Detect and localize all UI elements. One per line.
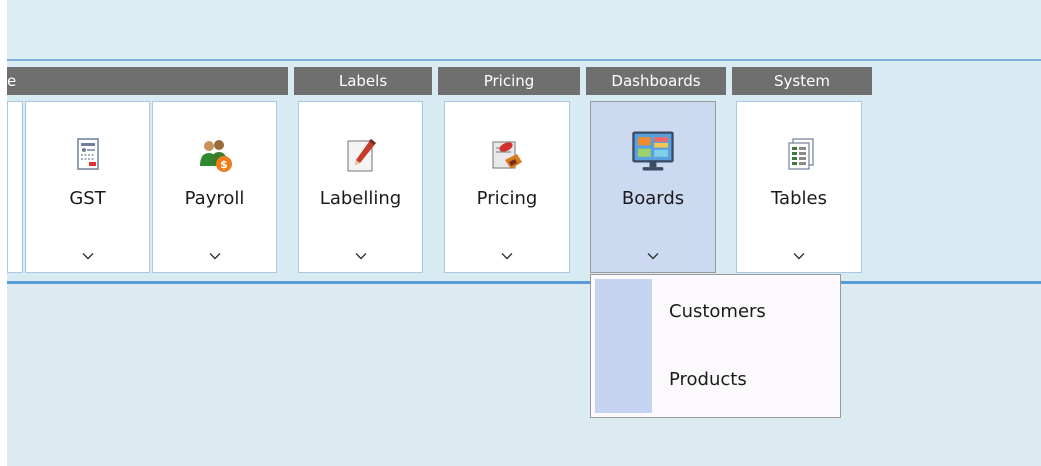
chevron-down-icon	[209, 253, 220, 260]
payroll-button[interactable]: $ Payroll	[152, 101, 277, 273]
tables-button[interactable]: Tables	[736, 101, 862, 273]
gst-document-icon	[76, 138, 99, 170]
chevron-down-icon	[793, 253, 805, 260]
pricing-button[interactable]: Pricing	[444, 101, 570, 273]
gst-label: GST	[69, 188, 106, 209]
boards-label: Boards	[621, 188, 685, 209]
ribbon-top-divider	[7, 59, 1041, 61]
tables-sheets-icon	[788, 138, 814, 170]
menu-icon-gutter	[595, 279, 652, 413]
boards-dropdown-menu: Customers Products	[590, 274, 841, 418]
boards-button[interactable]: Boards	[590, 101, 716, 273]
chevron-down-icon	[355, 253, 366, 260]
group-header-labels: Labels	[294, 67, 432, 95]
pricing-tag-icon	[492, 141, 522, 169]
payroll-label: Payroll	[184, 188, 245, 209]
group-header-dashboards: Dashboards	[586, 67, 726, 95]
gst-button[interactable]: GST	[25, 101, 150, 273]
pricing-label: Pricing	[476, 188, 538, 209]
group-header-system: System	[732, 67, 872, 95]
ribbon-button-partial[interactable]	[7, 101, 23, 273]
chevron-down-icon	[82, 253, 93, 260]
ribbon-tab-strip	[7, 0, 1041, 60]
chevron-down-icon	[501, 253, 513, 260]
boards-monitor-icon	[632, 131, 674, 171]
menu-item-products[interactable]: Products	[669, 369, 747, 390]
labelling-button[interactable]: Labelling	[298, 101, 423, 273]
menu-item-customers[interactable]: Customers	[669, 301, 766, 322]
tables-label: Tables	[771, 188, 827, 209]
window-left-edge	[0, 0, 7, 466]
labelling-label: Labelling	[319, 188, 402, 209]
chevron-down-icon	[647, 253, 659, 260]
svg-text:$: $	[220, 158, 228, 171]
main-content-area	[7, 284, 1041, 466]
payroll-people-icon: $	[199, 140, 232, 172]
labelling-pencil-icon	[346, 139, 376, 172]
group-header-partial: e	[7, 67, 288, 95]
group-header-pricing: Pricing	[438, 67, 580, 95]
